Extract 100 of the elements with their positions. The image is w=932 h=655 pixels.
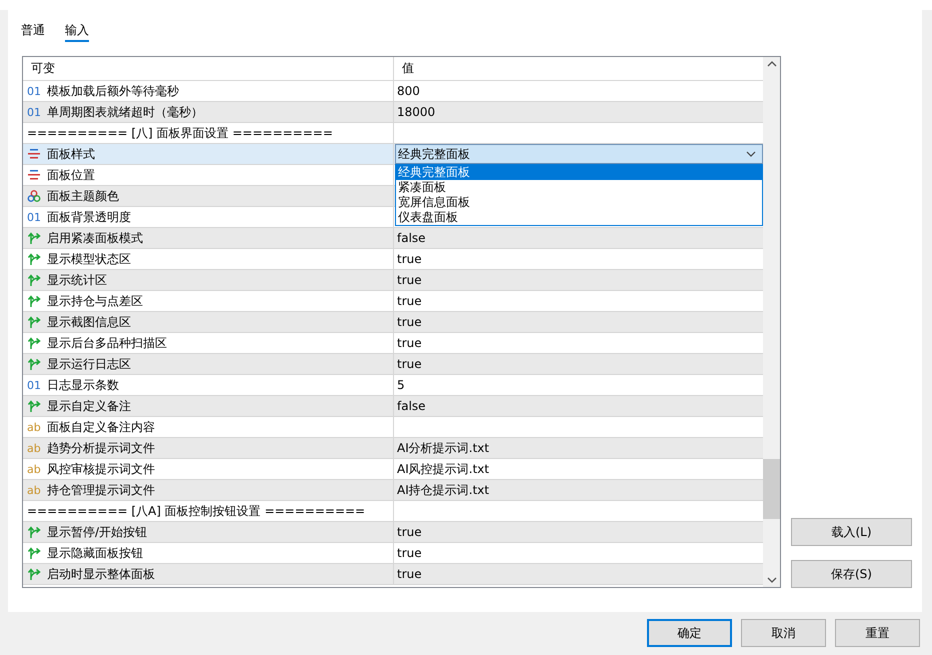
text-type-icon: ab: [27, 442, 41, 454]
list-type-icon: [27, 169, 41, 181]
parameter-value: AI持仓提示词.txt: [397, 482, 490, 498]
parameter-value: true: [397, 525, 422, 539]
parameter-name: 日志显示条数: [47, 376, 119, 394]
parameter-name: 显示截图信息区: [47, 314, 131, 330]
dropdown-option[interactable]: 经典完整面板: [396, 165, 762, 180]
parameter-name: 显示隐藏面板按钮: [47, 544, 143, 562]
parameter-name: 趋势分析提示词文件: [47, 440, 155, 456]
table-row[interactable]: 显示暂停/开始按钮 true: [23, 522, 763, 543]
chevron-down-icon: [746, 151, 756, 157]
color-type-icon: [27, 190, 41, 202]
list-type-icon: [27, 148, 41, 160]
table-row[interactable]: 显示隐藏面板按钮 true: [23, 543, 763, 564]
parameter-name: 显示统计区: [47, 272, 107, 288]
table-row[interactable]: ab 持仓管理提示词文件 AI持仓提示词.txt: [23, 480, 763, 501]
table-row[interactable]: ========== [八A] 面板控制按钮设置 ==========: [23, 501, 763, 522]
switch-arrow-icon: [27, 525, 41, 539]
parameter-value: AI分析提示词.txt: [397, 440, 490, 456]
parameter-value: true: [397, 567, 422, 581]
parameter-name: 持仓管理提示词文件: [47, 482, 155, 498]
parameter-value: true: [397, 546, 422, 560]
parameter-name: 面板主题颜色: [47, 188, 119, 204]
side-button[interactable]: 保存(S): [791, 560, 912, 588]
table-row[interactable]: 显示持仓与点差区 true: [23, 291, 763, 312]
table-row[interactable]: 01 单周期图表就绪超时（毫秒） 18000: [23, 102, 763, 123]
table-row[interactable]: 显示统计区 true: [23, 270, 763, 291]
parameter-value: AI风控提示词.txt: [397, 460, 490, 478]
parameter-name: 风控审核提示词文件: [47, 460, 155, 478]
parameter-value: true: [397, 273, 422, 287]
parameter-name: 显示后台多品种扫描区: [47, 334, 167, 352]
dropdown-option[interactable]: 宽屏信息面板: [396, 195, 762, 210]
section-heading: ========== [八A] 面板控制按钮设置 ==========: [27, 502, 366, 520]
number-type-icon: 01: [27, 84, 41, 98]
column-header: 可变: [30, 60, 56, 77]
switch-arrow-icon: [27, 252, 41, 266]
parameter-value: 5: [397, 378, 405, 392]
dialog-button[interactable]: 取消: [741, 619, 826, 647]
parameter-value: 18000: [397, 105, 436, 119]
parameter-value: true: [397, 336, 422, 350]
table-row[interactable]: 显示模型状态区 true: [23, 249, 763, 270]
dropdown-option[interactable]: 仪表盘面板: [396, 210, 762, 225]
parameter-value: true: [397, 252, 422, 266]
parameter-value: false: [397, 231, 426, 245]
number-type-icon: 01: [27, 210, 41, 224]
number-type-icon: 01: [27, 378, 41, 392]
number-type-icon: 01: [27, 106, 41, 118]
text-type-icon: ab: [27, 420, 41, 434]
table-row[interactable]: 01 日志显示条数 5: [23, 375, 763, 396]
switch-arrow-icon: [27, 294, 41, 308]
table-row[interactable]: ab 风控审核提示词文件 AI风控提示词.txt: [23, 459, 763, 480]
scroll-up-icon[interactable]: [766, 61, 776, 67]
switch-arrow-icon: [27, 273, 41, 287]
text-type-icon: ab: [27, 484, 41, 496]
parameter-value: true: [397, 315, 422, 329]
parameter-name: 启动时显示整体面板: [47, 566, 155, 582]
table-row[interactable]: ab 趋势分析提示词文件 AI分析提示词.txt: [23, 438, 763, 459]
table-row[interactable]: 01 模板加载后额外等待毫秒 800: [23, 81, 763, 102]
table-row[interactable]: 启用紧凑面板模式 false: [23, 228, 763, 249]
parameter-name: 面板自定义备注内容: [47, 418, 155, 436]
switch-arrow-icon: [27, 231, 41, 245]
parameter-name: 显示运行日志区: [47, 356, 131, 372]
parameter-name: 启用紧凑面板模式: [47, 230, 143, 246]
section-heading: ========== [八] 面板界面设置 ==========: [27, 124, 333, 142]
parameter-name: 显示持仓与点差区: [47, 292, 143, 310]
text-type-icon: ab: [27, 462, 41, 476]
table-row[interactable]: 显示截图信息区 true: [23, 312, 763, 333]
parameter-value: false: [397, 399, 426, 413]
tab[interactable]: 普通: [21, 22, 45, 42]
table-row[interactable]: 启动时显示整体面板 true: [23, 564, 763, 585]
table-row[interactable]: 显示运行日志区 true: [23, 354, 763, 375]
parameter-value: 800: [397, 84, 420, 98]
parameter-value: true: [397, 294, 422, 308]
switch-arrow-icon: [27, 357, 41, 371]
parameter-value: true: [397, 357, 422, 371]
scrollbar[interactable]: [763, 57, 780, 587]
switch-arrow-icon: [27, 315, 41, 329]
parameter-name: 面板位置: [47, 166, 95, 184]
parameter-name: 单周期图表就绪超时（毫秒）: [47, 104, 203, 120]
parameter-name: 显示自定义备注: [47, 398, 131, 414]
switch-arrow-icon: [27, 546, 41, 560]
parameter-name: 面板背景透明度: [47, 208, 131, 226]
table-row[interactable]: ab 面板自定义备注内容: [23, 417, 763, 438]
switch-arrow-icon: [27, 336, 41, 350]
parameter-name: 面板样式: [47, 146, 95, 162]
tab[interactable]: 输入: [65, 22, 89, 42]
parameter-name: 模板加载后额外等待毫秒: [47, 82, 179, 100]
table-row[interactable]: 显示后台多品种扫描区 true: [23, 333, 763, 354]
dialog-button[interactable]: 重置: [835, 619, 920, 647]
switch-arrow-icon: [27, 399, 41, 413]
scroll-thumb[interactable]: [763, 459, 780, 519]
value-dropdown[interactable]: 经典完整面板: [395, 144, 763, 164]
parameter-name: 显示暂停/开始按钮: [47, 524, 148, 540]
table-row[interactable]: 显示自定义备注 false: [23, 396, 763, 417]
table-row[interactable]: ========== [八] 面板界面设置 ==========: [23, 123, 763, 144]
side-button[interactable]: 载入(L): [791, 518, 912, 546]
scroll-down-icon[interactable]: [766, 577, 776, 583]
switch-arrow-icon: [27, 567, 41, 581]
parameter-name: 显示模型状态区: [47, 250, 131, 268]
dialog-button[interactable]: 确定: [647, 619, 732, 647]
